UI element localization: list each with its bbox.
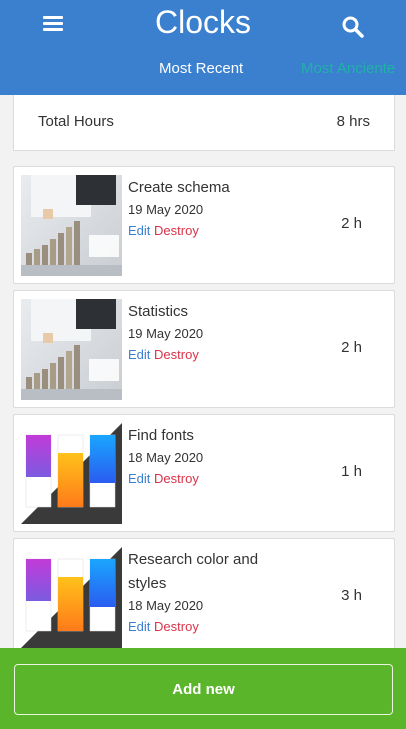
- clock-item[interactable]: Statistics 19 May 2020 Edit Destroy 2 h: [13, 290, 395, 408]
- clock-hours: 2 h: [341, 339, 362, 356]
- total-hours-label: Total Hours: [38, 113, 114, 130]
- clock-hours: 1 h: [341, 463, 362, 480]
- clock-actions: Edit Destroy: [128, 223, 199, 238]
- clock-name: Create schema: [128, 179, 230, 196]
- destroy-link[interactable]: Destroy: [154, 223, 199, 238]
- clock-actions: Edit Destroy: [128, 471, 199, 486]
- clock-hours: 2 h: [341, 215, 362, 232]
- business-coins-thumbnail: [21, 299, 122, 400]
- color-banners-thumbnail: [21, 547, 122, 648]
- clock-name: Find fonts: [128, 427, 194, 444]
- business-coins-thumbnail: [21, 175, 122, 276]
- clock-item[interactable]: Find fonts 18 May 2020 Edit Destroy 1 h: [13, 414, 395, 532]
- edit-link[interactable]: Edit: [128, 347, 150, 362]
- total-hours-value: 8 hrs: [336, 113, 370, 130]
- clock-actions: Edit Destroy: [128, 619, 199, 634]
- color-banners-thumbnail: [21, 423, 122, 524]
- destroy-link[interactable]: Destroy: [154, 619, 199, 634]
- destroy-link[interactable]: Destroy: [154, 347, 199, 362]
- destroy-link[interactable]: Destroy: [154, 471, 199, 486]
- edit-link[interactable]: Edit: [128, 619, 150, 634]
- clock-date: 19 May 2020: [128, 202, 204, 217]
- clock-date: 18 May 2020: [128, 450, 204, 465]
- clock-name: Statistics: [128, 303, 189, 320]
- clock-name: Research color and styles: [128, 551, 259, 592]
- clock-date: 18 May 2020: [128, 598, 204, 613]
- clock-hours: 3 h: [341, 587, 362, 604]
- tab-most-recent[interactable]: Most Recent: [159, 60, 243, 77]
- footer-bar: Add new: [0, 648, 406, 729]
- clock-date: 19 May 2020: [128, 326, 204, 341]
- edit-link[interactable]: Edit: [128, 471, 150, 486]
- clock-item[interactable]: Research color and styles 18 May 2020 Ed…: [13, 538, 395, 656]
- tab-most-ancient[interactable]: Most Anciente: [301, 60, 395, 77]
- edit-link[interactable]: Edit: [128, 223, 150, 238]
- search-icon[interactable]: [341, 15, 365, 39]
- add-new-button[interactable]: Add new: [14, 664, 393, 715]
- clock-item[interactable]: Create schema 19 May 2020 Edit Destroy 2…: [13, 166, 395, 284]
- clock-actions: Edit Destroy: [128, 347, 199, 362]
- total-hours-card: Total Hours 8 hrs: [13, 95, 395, 151]
- app-header: Clocks Most Recent Most Anciente: [0, 0, 406, 95]
